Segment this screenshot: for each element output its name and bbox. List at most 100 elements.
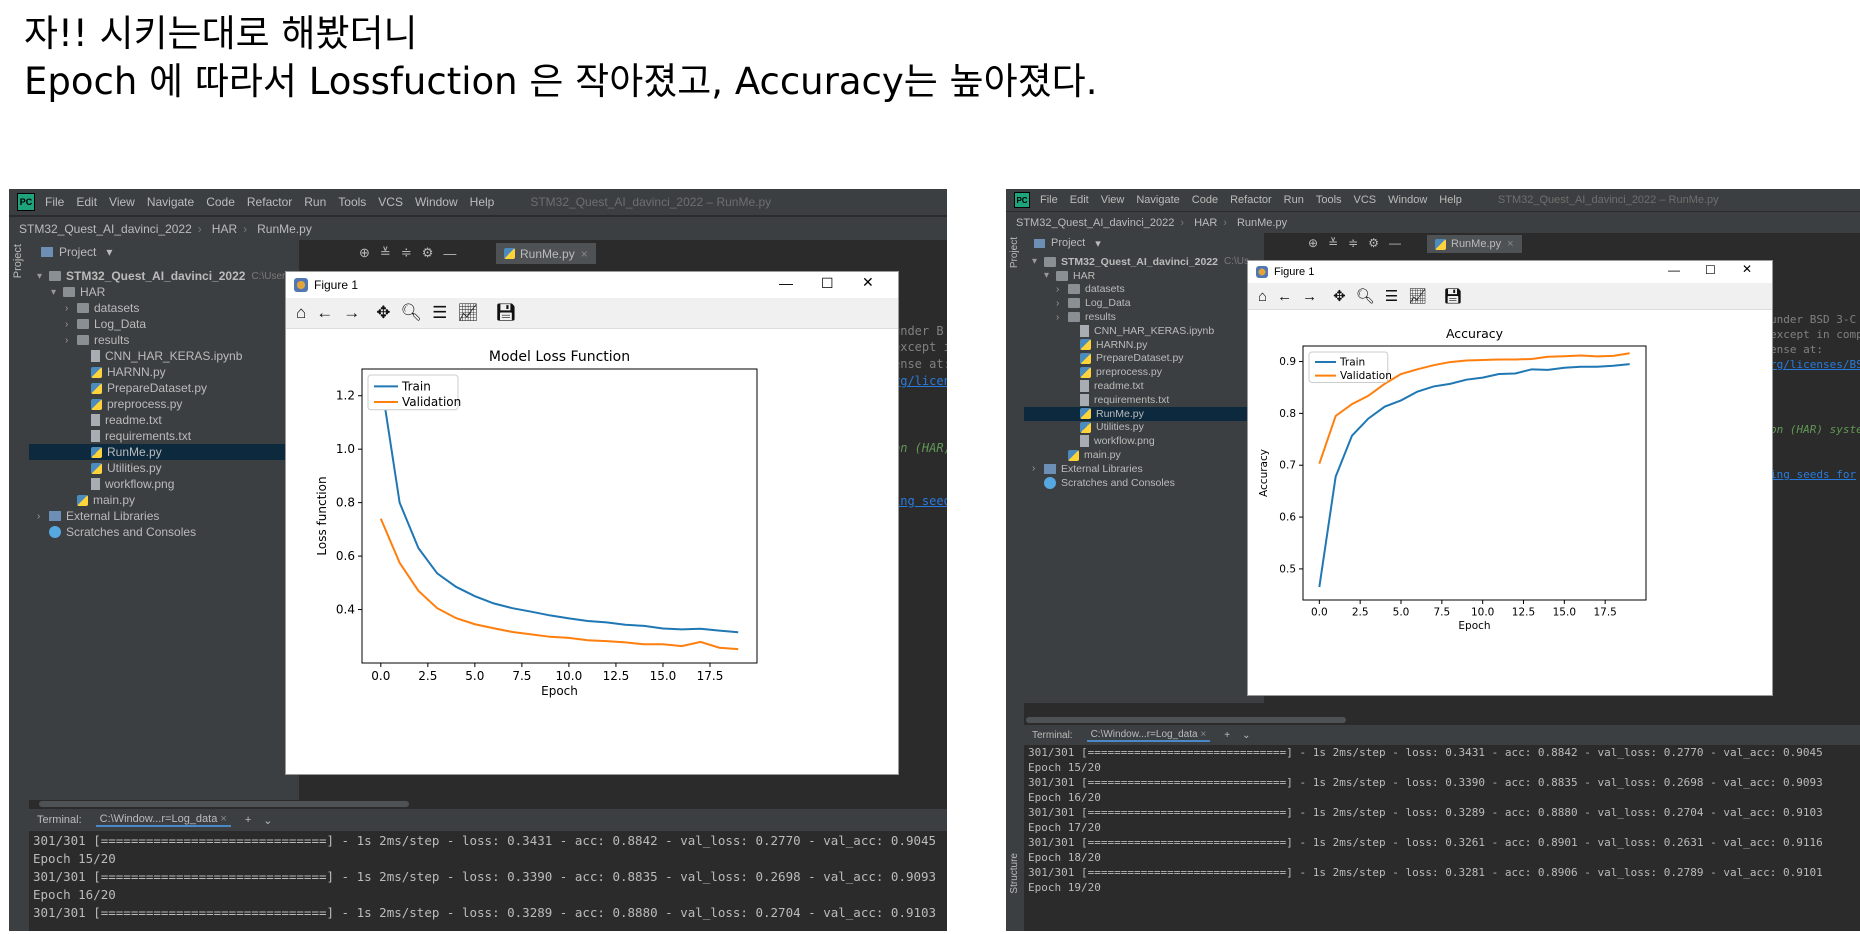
tree-item-scratches-and-consoles[interactable]: Scratches and Consoles [1024, 476, 1272, 490]
tree-item-har[interactable]: ▾ HAR [1024, 269, 1284, 283]
collapse-all-icon[interactable]: ≑ [401, 245, 412, 261]
gear-icon[interactable]: ⚙ [422, 245, 434, 261]
menu-item-view[interactable]: View [109, 195, 135, 209]
terminal-tab[interactable]: C:\Window...r=Log_data × [1086, 729, 1211, 742]
breadcrumb-folder[interactable]: HAR [212, 222, 237, 236]
menu-item-navigate[interactable]: Navigate [147, 195, 194, 209]
expand-all-icon[interactable]: ≚ [1328, 236, 1338, 250]
chevron-down-icon[interactable]: ▾ [106, 245, 112, 259]
chevron-down-icon[interactable]: ▾ [1095, 237, 1101, 250]
editor-tab-runme[interactable]: RunMe.py × [496, 243, 596, 264]
terminal-output[interactable]: 301/301 [==============================]… [1024, 746, 1860, 931]
figure-window[interactable]: Figure 1 — ☐ ✕ ⌂ ← → ✥ 🔍︎ ☰ 📈︎ 💾︎ Model … [285, 271, 899, 775]
menu-item-code[interactable]: Code [206, 195, 235, 209]
menu-item-edit[interactable]: Edit [76, 195, 97, 209]
edit-axis-icon[interactable]: 📈︎ [1408, 287, 1427, 305]
tree-item-scratches-and-consoles[interactable]: Scratches and Consoles [29, 524, 307, 540]
zoom-icon[interactable]: 🔍︎ [401, 303, 423, 323]
chevron-down-icon[interactable]: ⌄ [1242, 730, 1250, 741]
menu-item-run[interactable]: Run [304, 195, 326, 209]
close-icon[interactable]: × [581, 247, 588, 261]
chevron-right-icon[interactable]: › [37, 511, 49, 522]
locate-icon[interactable]: ⊕ [359, 245, 370, 261]
menu-item-code[interactable]: Code [1192, 194, 1218, 206]
menu-item-help[interactable]: Help [470, 195, 495, 209]
home-icon[interactable]: ⌂ [296, 303, 306, 323]
configure-icon[interactable]: ☰ [432, 303, 447, 323]
back-icon[interactable]: ← [316, 303, 333, 323]
project-header-label[interactable]: Project [59, 245, 96, 259]
close-icon[interactable]: × [1507, 238, 1513, 250]
chevron-down-icon[interactable]: ▾ [51, 287, 63, 298]
chevron-down-icon[interactable]: ▾ [1044, 270, 1056, 281]
terminal-output[interactable]: 301/301 [==============================]… [29, 833, 947, 931]
forward-icon[interactable]: → [1302, 288, 1317, 305]
minimize-icon[interactable]: — [1389, 236, 1401, 250]
menu-item-help[interactable]: Help [1439, 194, 1462, 206]
chevron-down-icon[interactable]: ▾ [1032, 256, 1044, 267]
menu-item-vcs[interactable]: VCS [1354, 194, 1377, 206]
breadcrumb-project[interactable]: STM32_Quest_AI_davinci_2022 [19, 222, 192, 236]
minimize-window-icon[interactable]: — [1668, 263, 1680, 277]
tree-item-external-libraries[interactable]: › External Libraries [29, 508, 307, 524]
breadcrumb-folder[interactable]: HAR [1194, 217, 1217, 229]
pan-icon[interactable]: ✥ [376, 303, 390, 323]
tree-item-external-libraries[interactable]: › External Libraries [1024, 462, 1272, 476]
add-terminal-icon[interactable]: + [1224, 730, 1230, 741]
breadcrumb-file[interactable]: RunMe.py [257, 222, 312, 236]
menu-item-view[interactable]: View [1101, 194, 1125, 206]
edit-axis-icon[interactable]: 📈︎ [457, 303, 479, 323]
tree-item-stm32-quest-ai-davinci-2022[interactable]: ▾ STM32_Quest_AI_davinci_2022 C:\Users [29, 268, 307, 284]
home-icon[interactable]: ⌂ [1258, 288, 1267, 305]
project-header-label[interactable]: Project [1051, 237, 1085, 249]
figure-window[interactable]: Figure 1 — ☐ ✕ ⌂ ← → ✥ 🔍︎ ☰ 📈︎ 💾︎ Accura… [1247, 260, 1773, 696]
menu-item-run[interactable]: Run [1284, 194, 1304, 206]
menu-item-window[interactable]: Window [1388, 194, 1427, 206]
breadcrumb-project[interactable]: STM32_Quest_AI_davinci_2022 [1016, 217, 1174, 229]
forward-icon[interactable]: → [343, 303, 360, 323]
menu-item-tools[interactable]: Tools [338, 195, 366, 209]
horizontal-scrollbar[interactable] [1026, 717, 1346, 723]
close-icon[interactable]: × [220, 813, 226, 825]
menu-item-refactor[interactable]: Refactor [1230, 194, 1272, 206]
minimize-icon[interactable]: — [443, 246, 456, 261]
sidebar-project-label[interactable]: Project [1009, 237, 1020, 268]
tree-item-stm32-quest-ai-davinci-2022[interactable]: ▾ STM32_Quest_AI_davinci_2022 C:\Us [1024, 255, 1272, 269]
menu-item-navigate[interactable]: Navigate [1136, 194, 1179, 206]
maximize-window-icon[interactable]: ☐ [821, 275, 834, 292]
chevron-down-icon[interactable]: ▾ [37, 271, 49, 282]
pan-icon[interactable]: ✥ [1333, 287, 1346, 305]
menu-item-vcs[interactable]: VCS [378, 195, 403, 209]
menu-item-tools[interactable]: Tools [1316, 194, 1342, 206]
terminal-tab[interactable]: C:\Window...r=Log_data × [95, 813, 231, 827]
gear-icon[interactable]: ⚙ [1368, 236, 1379, 250]
back-icon[interactable]: ← [1277, 288, 1292, 305]
tree-item-har[interactable]: ▾ HAR [29, 284, 321, 300]
close-window-icon[interactable]: ✕ [862, 274, 874, 291]
menu-item-refactor[interactable]: Refactor [247, 195, 292, 209]
chevron-right-icon[interactable]: › [1056, 284, 1068, 295]
chevron-right-icon[interactable]: › [65, 319, 77, 330]
close-icon[interactable]: × [1200, 729, 1206, 740]
chevron-right-icon[interactable]: › [1056, 312, 1068, 323]
chevron-right-icon[interactable]: › [1032, 463, 1044, 474]
close-window-icon[interactable]: ✕ [1742, 262, 1752, 276]
menu-item-edit[interactable]: Edit [1070, 194, 1089, 206]
save-icon[interactable]: 💾︎ [495, 303, 517, 323]
menu-item-window[interactable]: Window [415, 195, 458, 209]
maximize-window-icon[interactable]: ☐ [1705, 263, 1716, 277]
chevron-right-icon[interactable]: › [65, 303, 77, 314]
editor-code-area[interactable]: under BSD 3-C except in comp ense at: rg/li… [1770, 313, 1860, 513]
menu-item-file[interactable]: File [45, 195, 64, 209]
menu-item-file[interactable]: File [1040, 194, 1058, 206]
horizontal-scrollbar[interactable] [39, 801, 409, 807]
locate-icon[interactable]: ⊕ [1308, 236, 1318, 250]
collapse-all-icon[interactable]: ≑ [1348, 236, 1358, 250]
editor-tab-runme[interactable]: RunMe.py × [1427, 235, 1522, 253]
chevron-down-icon[interactable]: ⌄ [263, 814, 272, 827]
save-icon[interactable]: 💾︎ [1443, 287, 1462, 305]
sidebar-project-label[interactable]: Project [12, 244, 24, 278]
sidebar-structure-label[interactable]: Structure [1009, 853, 1020, 894]
expand-all-icon[interactable]: ≚ [380, 245, 391, 261]
chevron-right-icon[interactable]: › [1056, 298, 1068, 309]
